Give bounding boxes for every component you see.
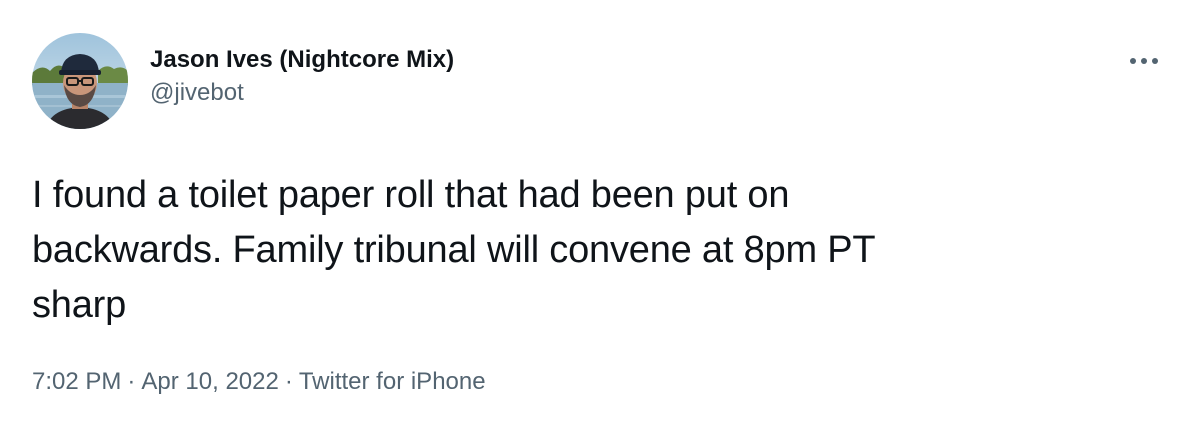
tweet-metadata: 7:02 PM · Apr 10, 2022 · Twitter for iPhone — [32, 366, 486, 398]
meta-separator: · — [127, 368, 136, 395]
avatar[interactable] — [32, 33, 128, 129]
tweet-time[interactable]: 7:02 PM — [32, 368, 121, 395]
tweet-date[interactable]: Apr 10, 2022 — [141, 368, 278, 395]
more-options-icon — [1130, 58, 1158, 64]
author-block: Jason Ives (Nightcore Mix) @jivebot — [150, 44, 454, 109]
tweet-card: Jason Ives (Nightcore Mix) @jivebot I fo… — [0, 0, 1190, 430]
meta-separator: · — [284, 368, 293, 395]
author-handle[interactable]: @jivebot — [150, 77, 454, 109]
tweet-source[interactable]: Twitter for iPhone — [299, 368, 486, 395]
author-display-name[interactable]: Jason Ives (Nightcore Mix) — [150, 44, 454, 76]
more-options-button[interactable] — [1126, 46, 1162, 76]
tweet-text: I found a toilet paper roll that had bee… — [32, 174, 876, 326]
avatar-photo-icon — [32, 33, 128, 129]
